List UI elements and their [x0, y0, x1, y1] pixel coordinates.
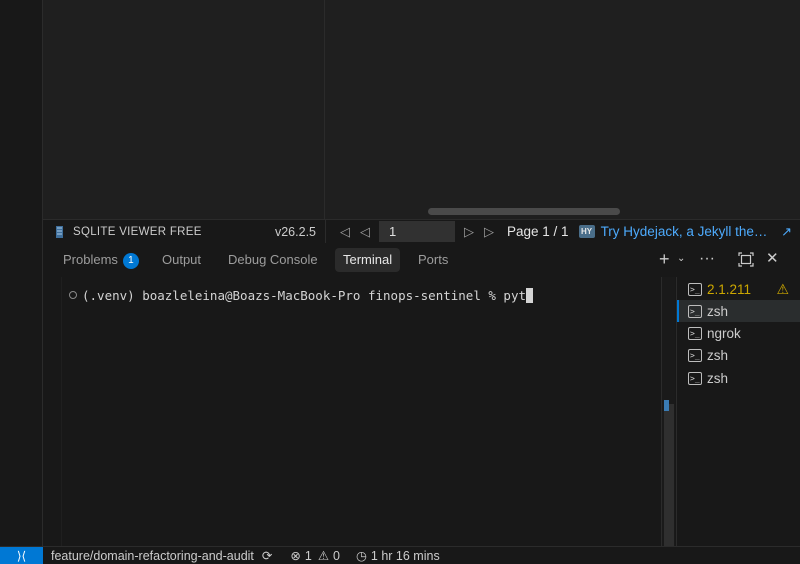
terminal-scrollbar[interactable]: [661, 277, 675, 546]
terminal-tab-label: zsh: [707, 347, 729, 363]
remote-indicator-icon[interactable]: ⟩⟨: [0, 546, 43, 564]
horizontal-scrollbar[interactable]: [428, 208, 620, 215]
terminal-tab-label: 2.1.211: [707, 281, 752, 297]
warning-icon: ⚠: [317, 549, 330, 563]
terminal-icon: >_: [688, 371, 702, 385]
sqlite-icon: [56, 225, 63, 238]
tab-problems-label: Problems: [63, 252, 118, 267]
panel-header: Problems 1 Output Debug Console Terminal …: [43, 243, 800, 277]
branch-name: feature/domain-refactoring-and-audit: [51, 548, 254, 563]
terminal-viewport[interactable]: (.venv) boazleleina@Boazs-MacBook-Pro fi…: [61, 277, 661, 546]
terminal-tab-item[interactable]: >_ zsh: [677, 300, 800, 322]
sync-icon[interactable]: ⟳: [262, 548, 272, 563]
tab-terminal[interactable]: Terminal: [335, 248, 401, 272]
command-decoration-icon: [69, 291, 77, 299]
warning-icon: ⚠: [776, 280, 789, 297]
sqlite-viewer-version: v26.2.5: [274, 224, 316, 239]
tab-debug-console-label: Debug Console: [228, 252, 318, 267]
time-tracker-label: 1 hr 16 mins: [370, 548, 440, 563]
terminal-tabs-list: >_ 2.1.211 ⚠ >_ zsh >_ ngrok >_ zsh >_ z…: [676, 277, 800, 546]
terminal-icon: >_: [688, 348, 702, 362]
tab-output-label: Output: [162, 252, 202, 267]
problems-status[interactable]: ⊗ 1 ⚠ 0: [290, 548, 340, 564]
chevron-down-icon[interactable]: ⌄: [677, 249, 685, 269]
ellipsis-icon[interactable]: ···: [699, 249, 715, 269]
terminal-cursor: [526, 288, 534, 303]
last-page-icon[interactable]: ▷: [479, 224, 499, 240]
activity-bar: [0, 0, 43, 546]
previous-page-icon[interactable]: ◁: [355, 224, 375, 240]
problems-count-badge: 1: [122, 253, 139, 269]
time-tracker[interactable]: ◷ 1 hr 16 mins: [356, 548, 440, 564]
sqlite-viewer-bar: SQLITE VIEWER FREE v26.2.5: [43, 220, 326, 243]
page-number-input[interactable]: 1: [379, 221, 455, 242]
tab-terminal-label: Terminal: [343, 252, 393, 267]
terminal-icon: >_: [688, 304, 702, 318]
pdf-page-toolbar: ◁ ◁ 1 ▷ ▷ Page 1 / 1 HY Try Hydejack, a …: [327, 220, 800, 243]
error-icon: ⊗: [290, 549, 301, 563]
hydejack-icon: HY: [578, 225, 595, 238]
terminal-tab-item[interactable]: >_ zsh: [677, 344, 800, 366]
terminal-tab-label: zsh: [707, 370, 729, 386]
error-count: 1: [304, 548, 312, 563]
close-icon[interactable]: ✕: [766, 249, 779, 269]
page-count-label: Page 1 / 1: [507, 224, 569, 239]
terminal-prompt-text: (.venv) boazleleina@Boazs-MacBook-Pro fi…: [82, 288, 527, 303]
terminal-icon: >_: [688, 282, 702, 296]
sqlite-viewer-title: SQLITE VIEWER FREE: [73, 225, 202, 238]
terminal-tab-item[interactable]: >_ zsh: [677, 367, 800, 389]
editor-group-left[interactable]: [43, 0, 325, 219]
maximize-icon[interactable]: [738, 252, 754, 267]
status-bar: ⟩⟨ feature/domain-refactoring-and-audit …: [0, 546, 800, 564]
terminal-tab-label: zsh: [707, 303, 729, 319]
branch-status[interactable]: feature/domain-refactoring-and-audit ⟳: [51, 548, 276, 564]
next-page-icon[interactable]: ▷: [459, 224, 479, 240]
tab-debug-console[interactable]: Debug Console: [220, 248, 326, 272]
plus-icon[interactable]: +: [659, 249, 670, 269]
tab-ports[interactable]: Ports: [410, 248, 456, 272]
history-icon: ◷: [356, 549, 367, 563]
editor-group-right[interactable]: [326, 0, 800, 219]
terminal-tab-item[interactable]: >_ ngrok: [677, 322, 800, 344]
terminal-tab-label: ngrok: [707, 325, 741, 341]
terminal-icon: >_: [688, 326, 702, 340]
first-page-icon[interactable]: ◁: [335, 224, 355, 240]
tab-output[interactable]: Output: [154, 248, 209, 272]
external-link-icon[interactable]: ↗: [781, 224, 792, 240]
terminal-tab-item[interactable]: >_ 2.1.211 ⚠: [677, 278, 800, 300]
tab-ports-label: Ports: [418, 252, 449, 267]
terminal-scrollbar-thumb[interactable]: [664, 404, 674, 546]
scrollbar-marker: [664, 400, 669, 411]
terminal-prompt-line[interactable]: (.venv) boazleleina@Boazs-MacBook-Pro fi…: [82, 288, 534, 303]
hydejack-link[interactable]: Try Hydejack, a Jekyll the…: [601, 224, 768, 239]
tab-problems[interactable]: Problems 1: [55, 248, 147, 272]
terminal-area[interactable]: (.venv) boazleleina@Boazs-MacBook-Pro fi…: [43, 277, 675, 546]
warning-count: 0: [333, 548, 340, 563]
editor-area: [43, 0, 800, 219]
editor-toolbar-strip: SQLITE VIEWER FREE v26.2.5 ◁ ◁ 1 ▷ ▷ Pag…: [43, 219, 800, 243]
